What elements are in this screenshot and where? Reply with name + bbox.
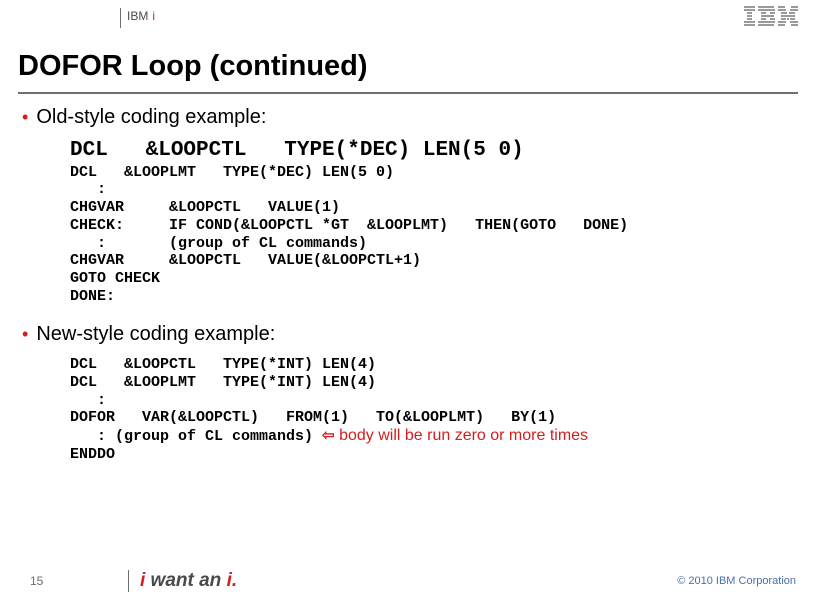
- tagline-suffix: i.: [227, 570, 238, 591]
- code-new-post: ENDDO: [70, 446, 794, 464]
- bullet-dot-icon: •: [22, 106, 28, 128]
- bullet-new-style-text: New-style coding example:: [36, 323, 275, 346]
- bullet-old-style-text: Old-style coding example:: [36, 106, 266, 129]
- top-band: IBM i: [0, 0, 816, 32]
- body: • Old-style coding example: DCL &LOOPCTL…: [22, 102, 794, 464]
- brand-suffix: i: [152, 9, 155, 23]
- copyright: © 2010 IBM Corporation: [677, 575, 796, 587]
- code-old-small: DCL &LOOPLMT TYPE(*DEC) LEN(5 0) : CHGVA…: [70, 164, 794, 306]
- footer: 15 i want an i. © 2010 IBM Corporation: [0, 568, 816, 594]
- tagline-mid: want an: [145, 570, 226, 591]
- tagline: i want an i.: [140, 570, 237, 592]
- top-left-pad: [0, 0, 120, 32]
- code-old-large: DCL &LOOPCTL TYPE(*DEC) LEN(5 0): [70, 139, 794, 164]
- arrow-left-icon: ⇦: [322, 427, 335, 444]
- code-new-body-line: : (group of CL commands) ⇦ body will be …: [70, 427, 794, 446]
- footer-divider: [128, 570, 129, 592]
- page-number: 15: [30, 574, 43, 588]
- code-new-pre: DCL &LOOPCTL TYPE(*INT) LEN(4) DCL &LOOP…: [70, 356, 794, 427]
- brand: IBM i: [121, 9, 155, 23]
- slide: IBM i: [0, 0, 816, 612]
- bullet-old-style: • Old-style coding example:: [22, 106, 794, 129]
- bullet-dot-icon: •: [22, 323, 28, 345]
- bullet-new-style: • New-style coding example:: [22, 323, 794, 346]
- brand-prefix: IBM: [127, 9, 148, 23]
- ibm-logo-icon: [744, 6, 798, 26]
- code-new-body-prefix: : (group of CL commands): [70, 428, 322, 445]
- page-title: DOFOR Loop (continued): [18, 50, 368, 83]
- code-new-note: body will be run zero or more times: [335, 427, 588, 444]
- title-rule: [18, 92, 798, 94]
